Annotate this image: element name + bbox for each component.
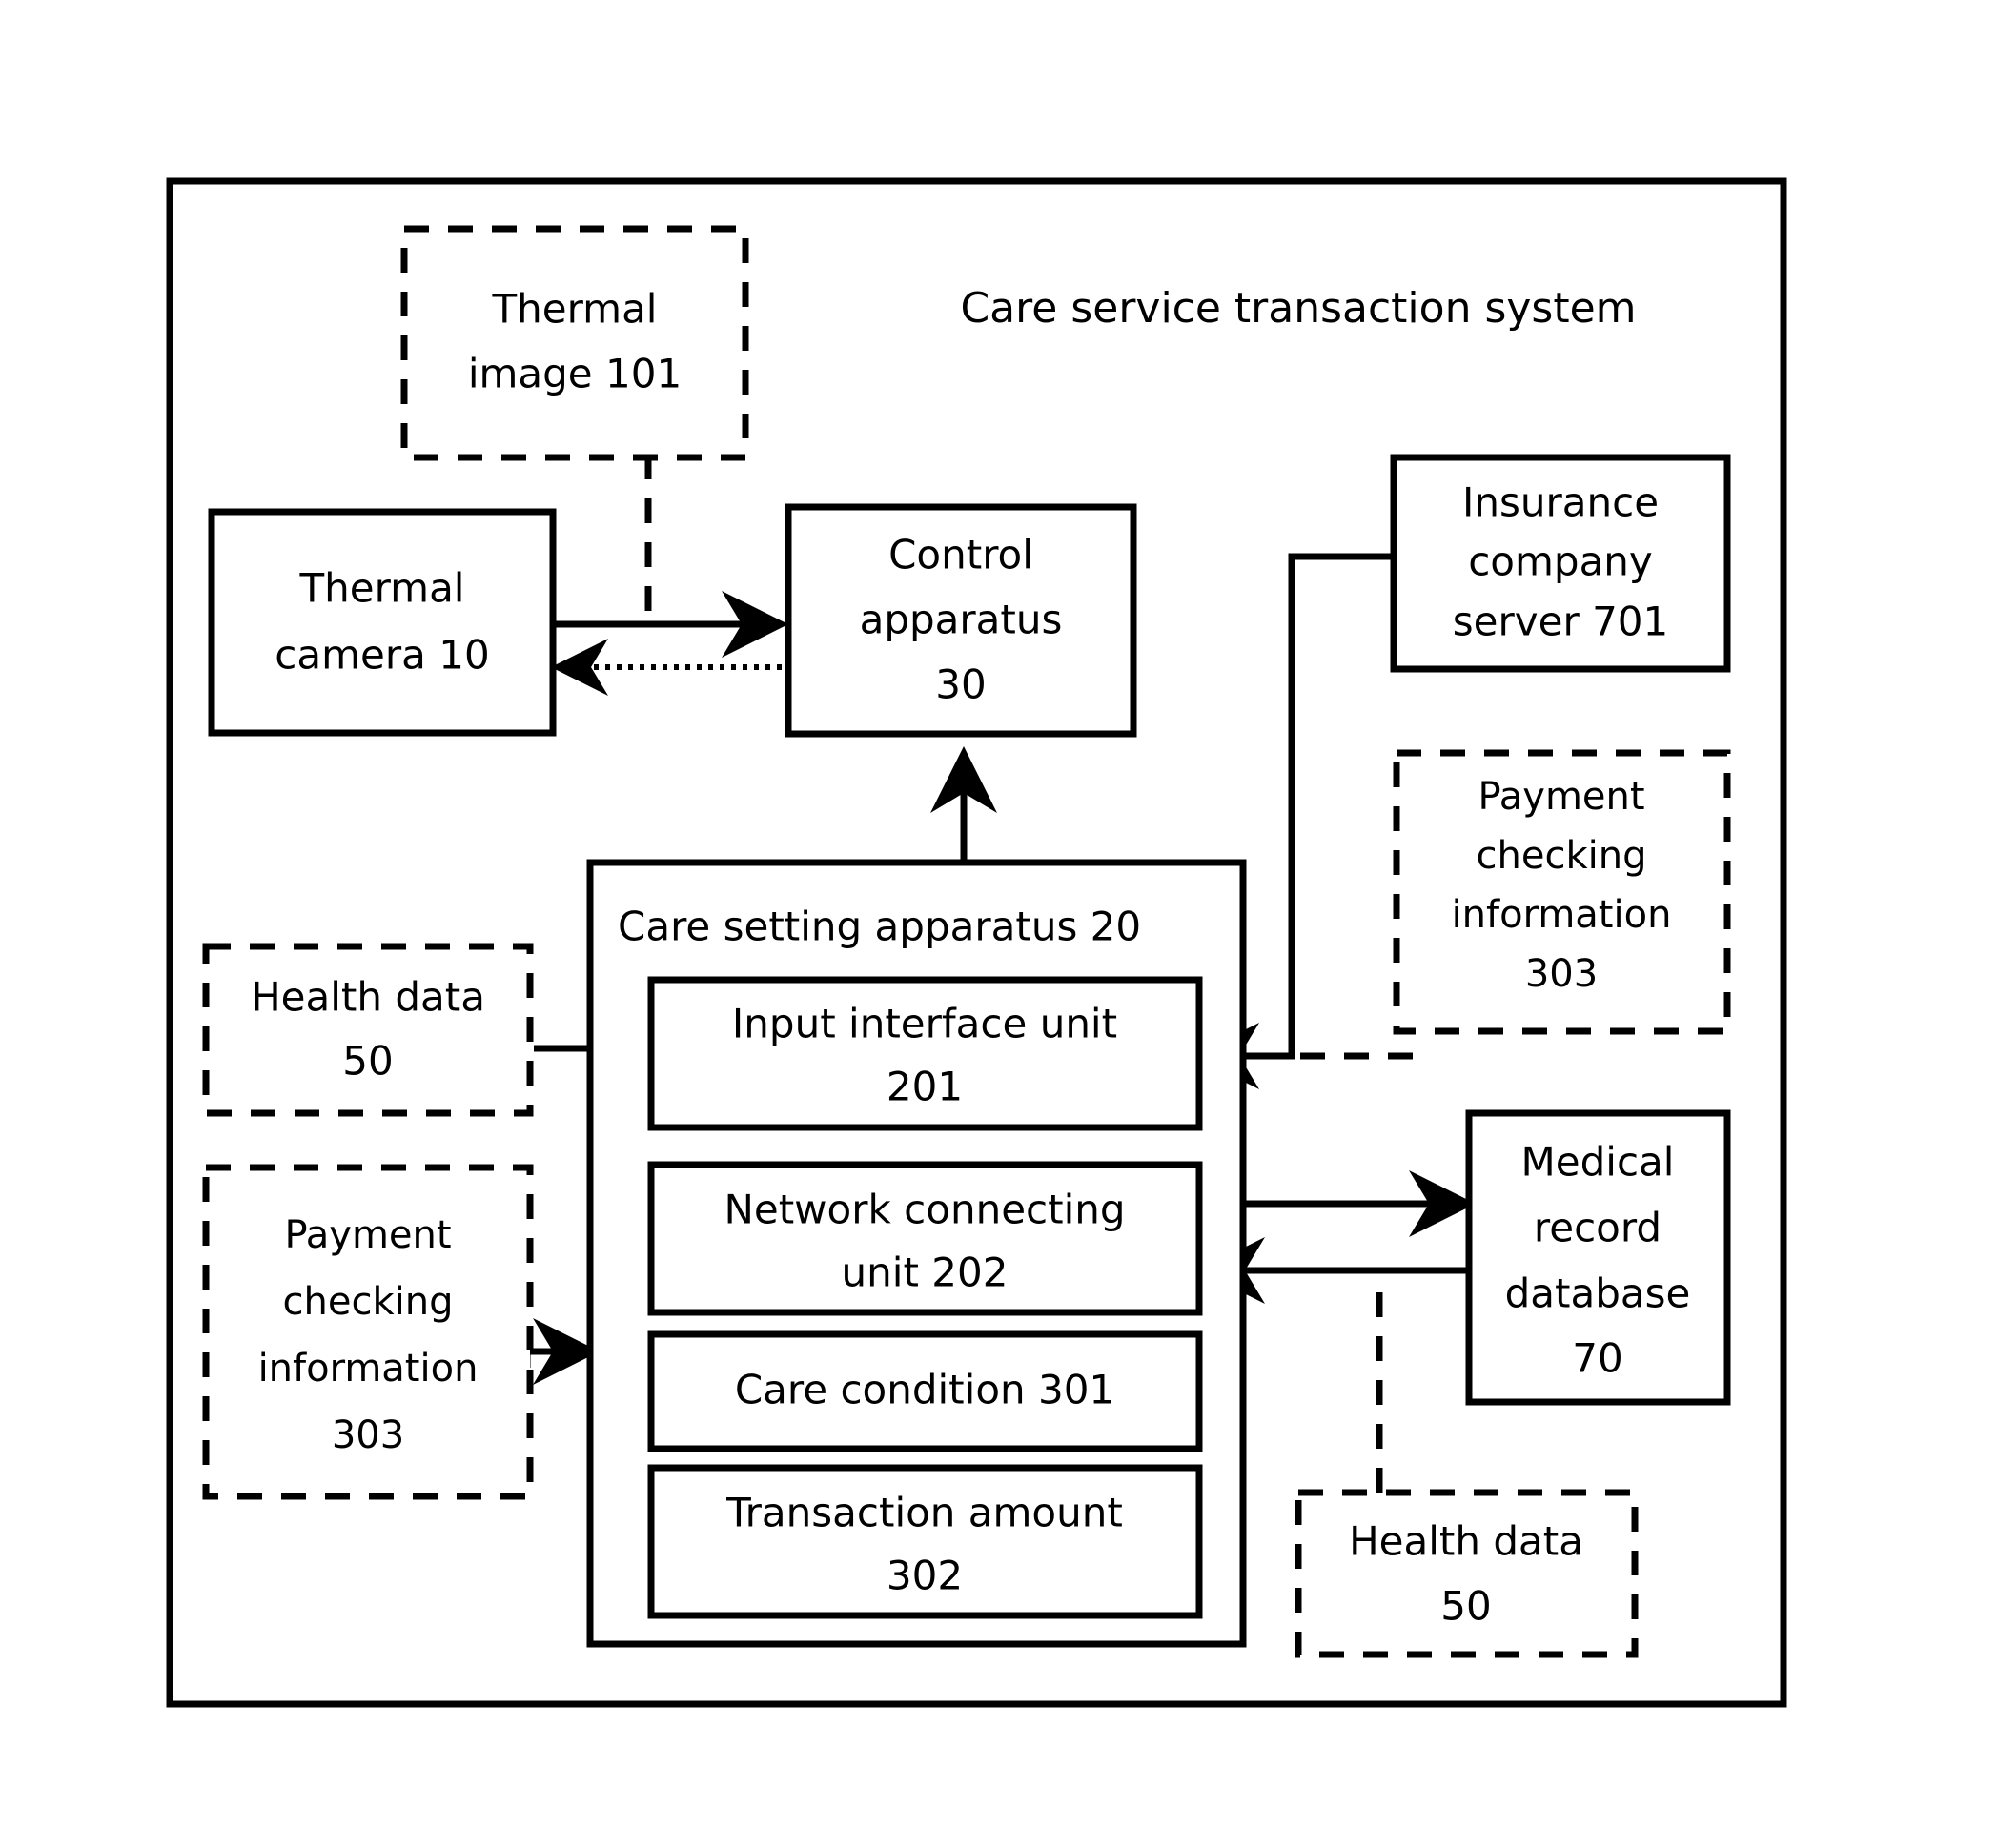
node-payment-checking-right-line3: information — [1452, 893, 1672, 937]
node-medical-record-database-line3: database — [1505, 1270, 1691, 1317]
node-payment-checking-right-line4: 303 — [1525, 952, 1598, 996]
node-care-condition-line1: Care condition 301 — [735, 1367, 1114, 1413]
node-medical-record-database-line4: 70 — [1572, 1335, 1622, 1382]
node-thermal-camera-box[interactable] — [208, 508, 557, 737]
node-transaction-amount-line1: Transaction amount — [725, 1490, 1123, 1536]
node-control-apparatus[interactable]: Control apparatus 30 — [785, 503, 1137, 738]
node-payment-checking-right-line1: Payment — [1478, 775, 1644, 819]
node-health-data-left[interactable]: Health data 50 — [202, 943, 534, 1117]
node-insurance-company-server-line3: server 701 — [1453, 599, 1668, 645]
node-medical-record-database-line2: record — [1534, 1205, 1662, 1251]
node-insurance-company-server-line1: Insurance — [1462, 479, 1659, 526]
node-payment-checking-right-line2: checking — [1477, 834, 1647, 878]
node-thermal-image-line1: Thermal — [492, 286, 658, 333]
node-network-connecting-unit[interactable]: Network connecting unit 202 — [647, 1161, 1203, 1316]
node-control-apparatus-line2: apparatus — [860, 597, 1063, 643]
node-thermal-camera-line1: Thermal — [299, 565, 465, 612]
node-health-data-left-line1: Health data — [251, 974, 485, 1021]
node-medical-record-database-line1: Medical — [1521, 1139, 1675, 1186]
node-transaction-amount-line2: 302 — [887, 1553, 963, 1599]
node-control-apparatus-line3: 30 — [935, 661, 986, 708]
node-input-interface-unit-line2: 201 — [887, 1064, 963, 1110]
node-health-data-left-box[interactable] — [202, 943, 534, 1117]
node-network-connecting-unit-line1: Network connecting — [724, 1187, 1125, 1233]
node-payment-checking-left-line3: information — [258, 1347, 479, 1391]
node-insurance-company-server[interactable]: Insurance company server 701 — [1390, 454, 1731, 673]
node-payment-checking-information-right[interactable]: Payment checking information 303 — [1393, 749, 1731, 1035]
node-health-data-bottom-line2: 50 — [1440, 1583, 1491, 1630]
node-medical-record-database[interactable]: Medical record database 70 — [1465, 1109, 1731, 1406]
node-health-data-left-line2: 50 — [342, 1038, 393, 1085]
node-transaction-amount[interactable]: Transaction amount 302 — [647, 1464, 1203, 1619]
node-thermal-image-box[interactable] — [400, 225, 749, 461]
block-diagram: Care service transaction system Thermal … — [166, 177, 1787, 1708]
node-health-data-bottom-line1: Health data — [1349, 1518, 1583, 1565]
page-title: Care service transaction system — [960, 284, 1636, 333]
node-input-interface-unit-line1: Input interface unit — [732, 1001, 1117, 1047]
node-payment-checking-left-line2: checking — [283, 1280, 454, 1324]
node-payment-checking-information-left[interactable]: Payment checking information 303 — [202, 1164, 534, 1500]
node-network-connecting-unit-line2: unit 202 — [842, 1249, 1009, 1296]
node-thermal-image-line2: image 101 — [468, 351, 682, 397]
node-insurance-company-server-line2: company — [1468, 538, 1653, 585]
node-health-data-bottom[interactable]: Health data 50 — [1295, 1489, 1639, 1658]
node-payment-checking-left-line4: 303 — [332, 1413, 404, 1457]
node-payment-checking-left-line1: Payment — [284, 1213, 451, 1257]
node-care-setting-apparatus-label: Care setting apparatus 20 — [618, 904, 1141, 950]
figure-root: Care service transaction system Thermal … — [0, 0, 1998, 1848]
node-care-condition[interactable]: Care condition 301 — [647, 1330, 1203, 1452]
node-health-data-bottom-box[interactable] — [1295, 1489, 1639, 1658]
node-thermal-camera[interactable]: Thermal camera 10 — [208, 508, 557, 737]
node-thermal-camera-line2: camera 10 — [275, 632, 489, 679]
node-control-apparatus-line1: Control — [888, 532, 1033, 579]
node-thermal-image[interactable]: Thermal image 101 — [400, 225, 749, 461]
node-input-interface-unit[interactable]: Input interface unit 201 — [647, 976, 1203, 1131]
